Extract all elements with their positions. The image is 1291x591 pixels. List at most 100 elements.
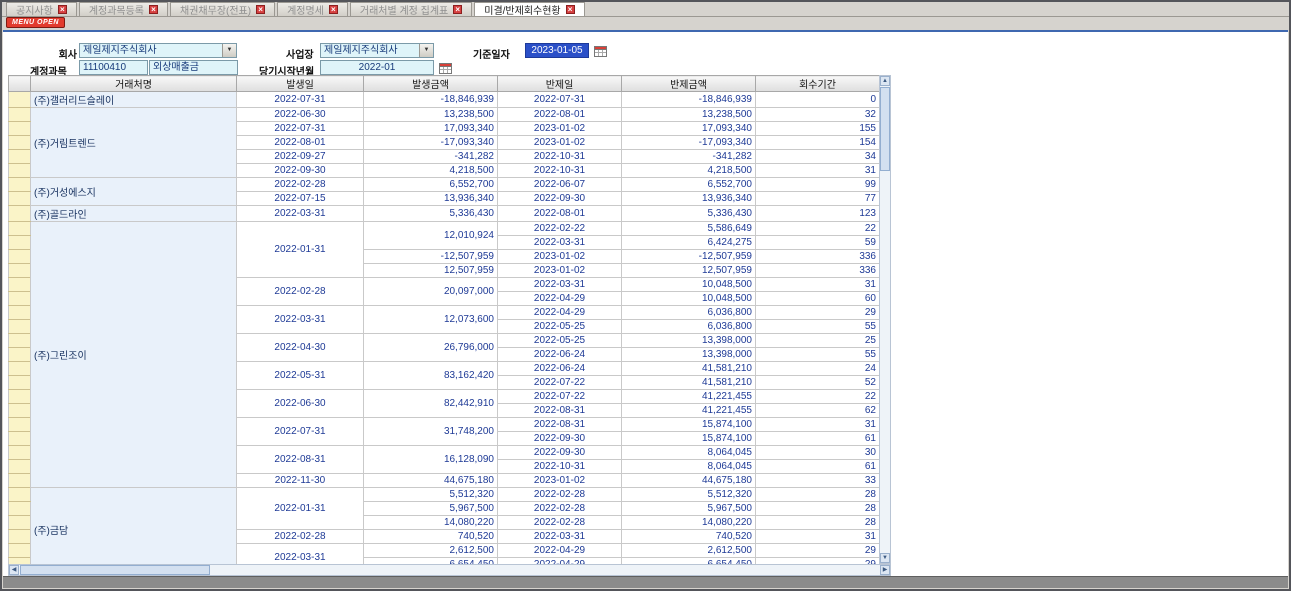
cell-settle-date[interactable]: 2022-02-28 [498,502,622,516]
cell-settle-amount[interactable]: -17,093,340 [622,136,756,150]
cell-collect-period[interactable]: 59 [756,236,880,250]
cell-occur-date[interactable]: 2022-04-30 [237,334,364,362]
cell-occur-amount[interactable]: -18,846,939 [364,92,498,108]
cell-settle-date[interactable]: 2022-08-01 [498,108,622,122]
cell-settle-date[interactable]: 2022-02-22 [498,222,622,236]
cell-settle-date[interactable]: 2022-05-25 [498,334,622,348]
cell-collect-period[interactable]: 62 [756,404,880,418]
cell-occur-date[interactable]: 2022-08-31 [237,446,364,474]
cell-occur-amount[interactable]: 13,238,500 [364,108,498,122]
scroll-down-icon[interactable]: ▼ [880,553,890,563]
cell-settle-amount[interactable]: 5,336,430 [622,206,756,222]
cell-settle-amount[interactable]: 8,064,045 [622,460,756,474]
cell-collect-period[interactable]: 30 [756,446,880,460]
cell-settle-date[interactable]: 2022-03-31 [498,530,622,544]
cell-occur-amount[interactable]: -17,093,340 [364,136,498,150]
calendar-icon[interactable] [439,61,452,74]
company-select[interactable]: 제일제지주식회사 ▼ [79,43,237,58]
column-header[interactable]: 거래처명 [31,76,237,92]
account-code-input[interactable]: 11100410 [79,60,148,75]
cell-collect-period[interactable]: 123 [756,206,880,222]
tab-item[interactable]: 채권채무장(전표)× [170,2,275,16]
cell-settle-amount[interactable]: 10,048,500 [622,278,756,292]
cell-occur-date[interactable]: 2022-06-30 [237,108,364,122]
cell-customer[interactable]: (주)그린조이 [31,222,237,488]
cell-customer[interactable]: (주)거성에스지 [31,178,237,206]
cell-settle-amount[interactable]: 740,520 [622,530,756,544]
cell-settle-date[interactable]: 2022-09-30 [498,432,622,446]
cell-collect-period[interactable]: 31 [756,164,880,178]
cell-settle-date[interactable]: 2022-03-31 [498,278,622,292]
cell-settle-amount[interactable]: 41,221,455 [622,390,756,404]
cell-occur-amount[interactable]: 31,748,200 [364,418,498,446]
tab-close-icon[interactable]: × [329,5,338,14]
row-selector-cell[interactable] [9,418,31,432]
period-input[interactable]: 2022-01 [320,60,434,75]
row-selector-cell[interactable] [9,192,31,206]
cell-collect-period[interactable]: 0 [756,92,880,108]
row-selector-cell[interactable] [9,446,31,460]
tab-item[interactable]: 공지사항× [6,2,77,16]
cell-settle-date[interactable]: 2022-07-22 [498,390,622,404]
cell-customer[interactable]: (주)골드라인 [31,206,237,222]
cell-occur-amount[interactable]: 6,552,700 [364,178,498,192]
cell-settle-amount[interactable]: 4,218,500 [622,164,756,178]
cell-settle-amount[interactable]: 12,507,959 [622,264,756,278]
cell-collect-period[interactable]: 61 [756,460,880,474]
cell-settle-amount[interactable]: 6,552,700 [622,178,756,192]
row-selector-cell[interactable] [9,530,31,544]
cell-settle-amount[interactable]: 5,586,649 [622,222,756,236]
cell-occur-date[interactable]: 2022-03-31 [237,206,364,222]
row-selector-cell[interactable] [9,488,31,502]
cell-collect-period[interactable]: 55 [756,348,880,362]
cell-collect-period[interactable]: 336 [756,250,880,264]
cell-settle-date[interactable]: 2022-05-25 [498,320,622,334]
chevron-down-icon[interactable]: ▼ [222,44,236,57]
cell-occur-date[interactable]: 2022-11-30 [237,474,364,488]
cell-occur-amount[interactable]: 12,507,959 [364,264,498,278]
cell-settle-amount[interactable]: 13,398,000 [622,334,756,348]
cell-settle-date[interactable]: 2022-08-31 [498,404,622,418]
cell-settle-amount[interactable]: -12,507,959 [622,250,756,264]
cell-settle-date[interactable]: 2022-10-31 [498,164,622,178]
row-selector-cell[interactable] [9,222,31,236]
cell-settle-date[interactable]: 2022-10-31 [498,150,622,164]
cell-occur-amount[interactable]: 2,612,500 [364,544,498,558]
row-selector-cell[interactable] [9,264,31,278]
cell-occur-date[interactable]: 2022-01-31 [237,488,364,530]
row-selector-cell[interactable] [9,404,31,418]
cell-occur-amount[interactable]: 5,512,320 [364,488,498,502]
cell-collect-period[interactable]: 29 [756,544,880,558]
row-selector-cell[interactable] [9,362,31,376]
cell-settle-date[interactable]: 2022-08-31 [498,418,622,432]
cell-occur-amount[interactable]: 14,080,220 [364,516,498,530]
cell-occur-date[interactable]: 2022-09-30 [237,164,364,178]
cell-occur-amount[interactable]: -341,282 [364,150,498,164]
cell-collect-period[interactable]: 77 [756,192,880,206]
row-selector-cell[interactable] [9,474,31,488]
cell-settle-date[interactable]: 2022-06-07 [498,178,622,192]
cell-collect-period[interactable]: 24 [756,362,880,376]
cell-occur-amount[interactable]: 83,162,420 [364,362,498,390]
tab-active[interactable]: 미결/반제회수현황× [474,2,584,16]
column-header[interactable]: 발생일 [237,76,364,92]
cell-settle-date[interactable]: 2023-01-02 [498,136,622,150]
cell-settle-date[interactable]: 2022-06-24 [498,362,622,376]
vertical-scrollbar-thumb[interactable] [880,87,890,171]
row-selector-cell[interactable] [9,292,31,306]
cell-settle-date[interactable]: 2023-01-02 [498,122,622,136]
cell-settle-date[interactable]: 2022-03-31 [498,236,622,250]
cell-customer[interactable]: (주)갤러리드슬레이 [31,92,237,108]
cell-settle-amount[interactable]: 13,936,340 [622,192,756,206]
cell-collect-period[interactable]: 336 [756,264,880,278]
cell-settle-date[interactable]: 2022-04-29 [498,544,622,558]
tab-item[interactable]: 계정과목등록× [79,2,168,16]
tab-close-icon[interactable]: × [256,5,265,14]
cell-occur-amount[interactable]: 16,128,090 [364,446,498,474]
cell-occur-date[interactable]: 2022-02-28 [237,178,364,192]
account-name-input[interactable]: 외상매출금 [149,60,238,75]
cell-settle-amount[interactable]: 15,874,100 [622,418,756,432]
row-selector-cell[interactable] [9,348,31,362]
cell-occur-amount[interactable]: 12,073,600 [364,306,498,334]
cell-occur-amount[interactable]: -12,507,959 [364,250,498,264]
